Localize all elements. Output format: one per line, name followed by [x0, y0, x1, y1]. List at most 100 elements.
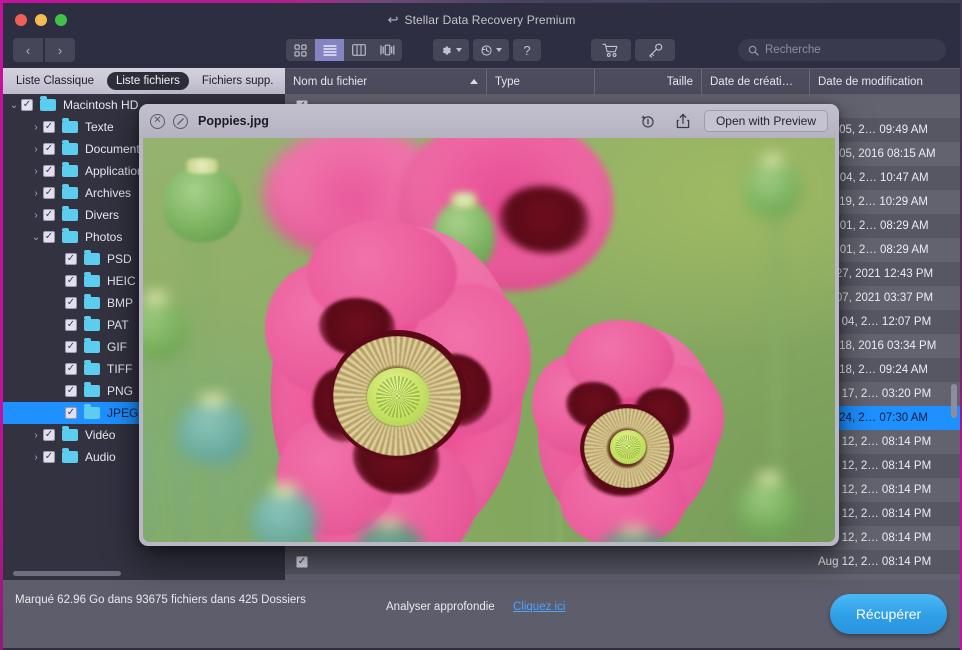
no-entry-icon[interactable]	[173, 113, 188, 129]
tree-item-label: Vidéo	[85, 428, 116, 442]
tree-item-checkbox[interactable]: ✓	[43, 451, 55, 463]
close-icon[interactable]: ✕	[150, 113, 165, 129]
search-placeholder: Recherche	[765, 44, 821, 56]
settings-caret-icon	[456, 48, 462, 52]
add-info-icon[interactable]	[640, 113, 656, 129]
column-header-created[interactable]: Date de créati…	[702, 69, 810, 94]
window-edge-top	[0, 0, 962, 3]
chevron-down-icon[interactable]: ⌄	[7, 100, 21, 111]
tree-item-checkbox[interactable]: ✓	[43, 231, 55, 243]
chevron-right-icon[interactable]: ›	[29, 430, 43, 441]
tree-item-checkbox[interactable]: ✓	[43, 143, 55, 155]
window-title: Stellar Data Recovery Premium	[404, 12, 576, 27]
tree-item-checkbox[interactable]: ✓	[43, 429, 55, 441]
share-icon[interactable]	[676, 113, 690, 129]
folder-icon	[84, 250, 100, 265]
search-field[interactable]: Recherche	[738, 39, 946, 61]
info-circle-icon	[641, 115, 654, 128]
tab-fichiers-supp[interactable]: Fichiers supp.	[193, 72, 283, 90]
maximize-window-button[interactable]	[55, 13, 67, 26]
poppy-pistil	[367, 368, 429, 426]
history-menu-button[interactable]	[473, 39, 509, 61]
open-with-preview-button[interactable]: Open with Preview	[703, 110, 828, 132]
tree-item-checkbox[interactable]: ✓	[65, 407, 77, 419]
tree-item-checkbox[interactable]: ✓	[65, 341, 77, 353]
tree-item-checkbox[interactable]: ✓	[65, 253, 77, 265]
tree-item-label: PNG	[107, 384, 134, 398]
folder-icon	[62, 206, 78, 221]
no-entry-slash-icon	[176, 117, 185, 125]
tree-item-checkbox[interactable]: ✓	[65, 275, 77, 287]
share-arrow-icon	[676, 113, 690, 129]
minimize-window-button[interactable]	[35, 13, 47, 26]
tree-item-label: PAT	[107, 318, 129, 332]
row-checkbox[interactable]: ✓	[285, 556, 319, 568]
chevron-right-icon[interactable]: ›	[29, 452, 43, 463]
icon-grid-icon	[294, 43, 307, 57]
tree-item-label: GIF	[107, 340, 127, 354]
cart-button[interactable]	[591, 39, 631, 61]
tree-item-label: Audio	[85, 450, 116, 464]
column-header-modified[interactable]: Date de modification	[810, 69, 960, 94]
folder-icon	[62, 228, 78, 243]
chevron-right-icon[interactable]: ›	[29, 166, 43, 177]
deep-scan-link[interactable]: Cliquez ici	[513, 601, 565, 613]
folder-icon	[84, 272, 100, 287]
column-header-size[interactable]: Taille	[595, 69, 702, 94]
view-tab-bar: Liste Classique Liste fichiers Fichiers …	[3, 68, 285, 94]
recover-button[interactable]: Récupérer	[830, 594, 947, 634]
tree-item-label: JPEG	[107, 406, 139, 420]
view-mode-icon-button[interactable]	[286, 39, 315, 61]
tab-liste-fichiers[interactable]: Liste fichiers	[106, 72, 189, 90]
poppies-photo	[143, 138, 835, 542]
tree-item-checkbox[interactable]: ✓	[65, 319, 77, 331]
folder-icon	[62, 426, 78, 441]
tree-item-checkbox[interactable]: ✓	[65, 363, 77, 375]
forward-button[interactable]: ›	[45, 38, 75, 62]
row-checkbox-box[interactable]: ✓	[296, 556, 308, 568]
tree-item-checkbox[interactable]: ✓	[43, 209, 55, 221]
deep-scan-label: Analyser approfondie	[386, 601, 495, 613]
tree-item-checkbox[interactable]: ✓	[43, 187, 55, 199]
tree-item-label: Divers	[85, 208, 120, 222]
chevron-right-icon[interactable]: ›	[29, 210, 43, 221]
columns-icon	[351, 44, 366, 56]
view-mode-column-button[interactable]	[344, 39, 373, 61]
tree-item-label: BMP	[107, 296, 134, 310]
quicklook-preview-window[interactable]: ✕ Poppies.jpg Open with Preview	[139, 104, 839, 546]
undo-arrow-icon: ↩	[387, 12, 399, 27]
view-mode-group	[286, 39, 402, 61]
chevron-right-icon[interactable]: ›	[29, 122, 43, 133]
tree-item-checkbox[interactable]: ✓	[65, 297, 77, 309]
table-row[interactable]: ✓ Aug 12, 2… 08:14 PM	[285, 550, 960, 574]
tree-item-label: Macintosh HD	[63, 98, 139, 112]
column-header-filename[interactable]: Nom du fichier	[285, 69, 487, 94]
chevron-down-icon[interactable]: ⌄	[29, 232, 43, 243]
close-window-button[interactable]	[15, 13, 27, 26]
view-mode-gallery-button[interactable]	[373, 39, 402, 61]
folder-icon	[62, 140, 78, 155]
tab-liste-classique[interactable]: Liste Classique	[7, 72, 103, 90]
folder-icon	[62, 448, 78, 463]
column-header-type[interactable]: Type	[487, 69, 595, 94]
purchase-button-group	[591, 39, 675, 61]
registration-key-button[interactable]	[635, 39, 675, 61]
back-button[interactable]: ‹	[13, 38, 43, 62]
clock-revert-icon	[481, 44, 492, 56]
tree-item-checkbox[interactable]: ✓	[43, 165, 55, 177]
tree-item-checkbox[interactable]: ✓	[65, 385, 77, 397]
view-mode-list-button[interactable]	[315, 39, 344, 61]
tree-item-label: Archives	[85, 186, 132, 200]
toolbar: ‹ › ? Recherche	[3, 36, 960, 68]
tree-item-checkbox[interactable]: ✓	[43, 121, 55, 133]
settings-menu-button[interactable]	[433, 39, 469, 61]
traffic-lights	[15, 13, 67, 26]
sidebar-horizontal-scrollbar[interactable]	[13, 571, 121, 576]
tree-item-checkbox[interactable]: ✓	[21, 99, 33, 111]
help-button[interactable]: ?	[513, 39, 541, 61]
folder-icon	[62, 118, 78, 133]
quicklook-image-area	[143, 138, 835, 542]
file-list-vertical-scrollbar[interactable]	[951, 384, 957, 418]
chevron-right-icon[interactable]: ›	[29, 188, 43, 199]
chevron-right-icon[interactable]: ›	[29, 144, 43, 155]
